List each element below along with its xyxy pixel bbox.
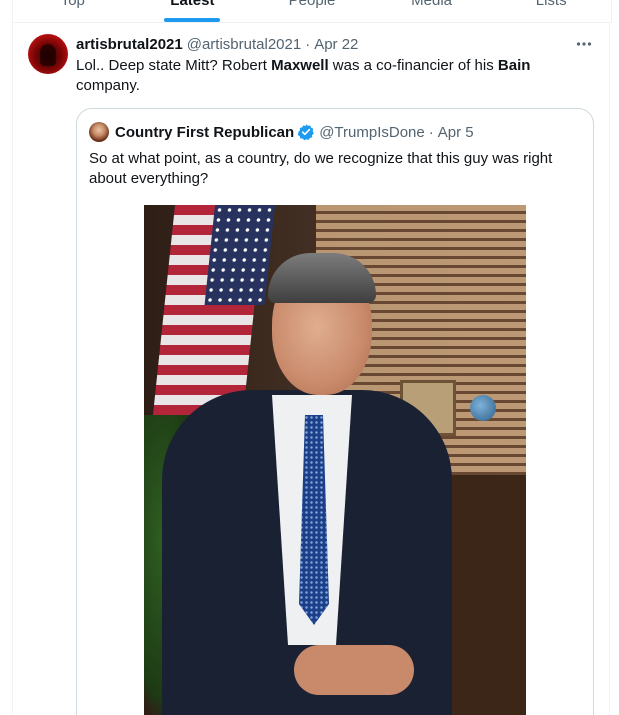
avatar[interactable] [28, 34, 68, 74]
separator-dot: · [428, 123, 434, 141]
verified-badge-icon [297, 123, 315, 141]
tab-people[interactable]: People [252, 0, 372, 22]
photo-hands [294, 645, 414, 695]
tweet-body: artisbrutal2021 @artisbrutal2021 · Apr 2… [76, 34, 594, 715]
tweet-header: artisbrutal2021 @artisbrutal2021 · Apr 2… [76, 34, 594, 54]
tweet-text: Lol.. Deep state Mitt? Robert Maxwell wa… [76, 56, 594, 96]
quote-header: Country First Republican @TrumpIsDone · … [89, 121, 581, 143]
search-tabs: Top Latest People Media Lists [12, 0, 612, 23]
separator-dot: · [305, 35, 311, 53]
quoted-tweet[interactable]: Country First Republican @TrumpIsDone · … [76, 108, 594, 715]
tab-latest[interactable]: Latest [133, 0, 253, 22]
quote-handle: @TrumpIsDone [319, 123, 425, 141]
tab-media[interactable]: Media [372, 0, 492, 22]
tweet-text-part: Lol.. Deep state Mitt? Robert [76, 57, 272, 74]
tab-top[interactable]: Top [13, 0, 133, 22]
tweet-text-bold: Maxwell [271, 57, 329, 74]
more-dots-icon-svg [576, 42, 592, 46]
more-dots-icon[interactable] [574, 34, 594, 54]
tweet-text-part: company. [76, 77, 140, 94]
user-handle[interactable]: @artisbrutal2021 [187, 36, 301, 53]
tweet-date[interactable]: Apr 22 [314, 36, 358, 53]
portrait-photo[interactable] [144, 205, 526, 715]
quote-date: Apr 5 [437, 123, 474, 141]
quote-avatar [89, 122, 109, 142]
tweet-text-part: was a co-financier of his [328, 57, 498, 74]
photo-globe [470, 395, 496, 421]
tab-label: Latest [170, 0, 215, 9]
tweet-text-bold: Bain [497, 57, 531, 74]
tab-label: Lists [535, 0, 567, 9]
quote-display-name: Country First Republican [115, 123, 295, 141]
verified-badge-svg [297, 124, 315, 141]
tab-label: Media [411, 0, 452, 9]
tweet[interactable]: artisbrutal2021 @artisbrutal2021 · Apr 2… [12, 22, 610, 715]
timeline-frame: Top Latest People Media Lists artisbruta… [0, 0, 619, 715]
quote-text: So at what point, as a country, do we re… [89, 150, 553, 187]
tab-label: People [288, 0, 336, 9]
display-name[interactable]: artisbrutal2021 [76, 36, 183, 53]
tab-label: Top [60, 0, 85, 9]
photo-flag [152, 205, 266, 415]
tab-lists[interactable]: Lists [491, 0, 611, 22]
